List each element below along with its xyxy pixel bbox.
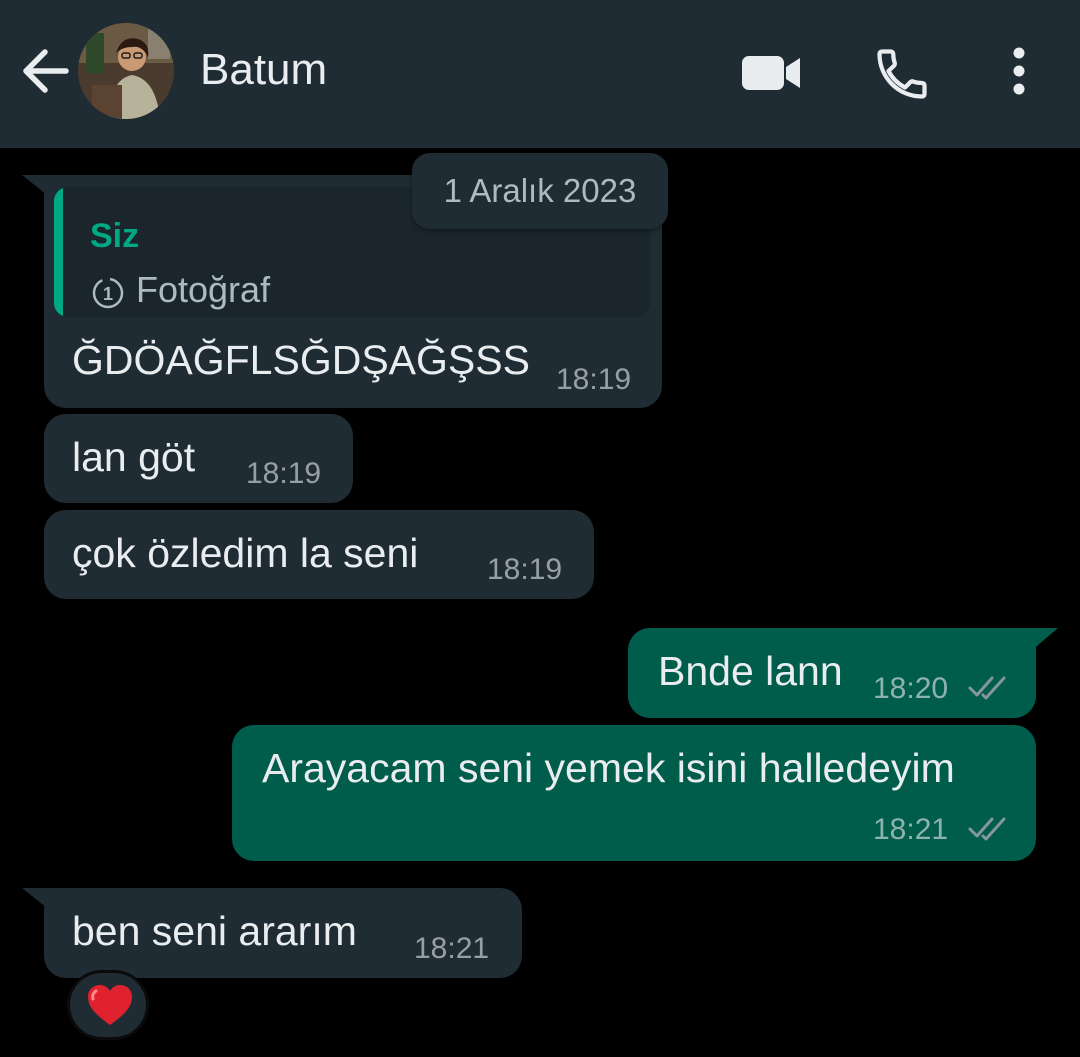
- double-check-icon: [968, 676, 1006, 700]
- video-call-button[interactable]: [738, 50, 804, 96]
- message-time: 18:21: [414, 932, 490, 965]
- date-separator: 1 Aralık 2023: [412, 153, 668, 229]
- quote-content-label: Fotoğraf: [136, 269, 271, 310]
- chat-screen: Batum Siz 1 Fotoğraf ĞDÖAĞFLSĞDŞAĞŞSS 18…: [0, 0, 1080, 1057]
- contact-name[interactable]: Batum: [200, 40, 327, 100]
- message-time: 18:21: [873, 813, 949, 846]
- message-time: 18:19: [556, 363, 632, 396]
- more-vertical-icon: [1013, 47, 1025, 95]
- chat-header: Batum: [0, 0, 1080, 148]
- message-bubble-incoming[interactable]: çok özledim la seni 18:19: [44, 510, 594, 599]
- view-once-icon: 1: [92, 277, 124, 309]
- red-heart-icon: [88, 985, 132, 1025]
- avatar[interactable]: [78, 23, 174, 119]
- message-time: 18:20: [873, 672, 949, 705]
- double-check-icon: [968, 817, 1006, 841]
- message-text: Arayacam seni yemek isini halledeyim: [262, 745, 955, 791]
- contact-photo: [78, 23, 174, 119]
- message-time: 18:19: [487, 553, 563, 586]
- message-text: lan göt: [72, 434, 196, 480]
- message-text: ĞDÖAĞFLSĞDŞAĞŞSS: [72, 337, 530, 383]
- arrow-left-icon: [23, 49, 69, 93]
- video-camera-icon: [742, 56, 800, 90]
- message-text: çok özledim la seni: [72, 530, 419, 576]
- voice-call-button[interactable]: [872, 44, 932, 104]
- message-bubble-incoming[interactable]: lan göt 18:19: [44, 414, 353, 503]
- message-text: Bnde lann: [658, 648, 843, 694]
- message-text: ben seni ararım: [72, 908, 357, 954]
- message-reaction[interactable]: [67, 970, 149, 1040]
- message-time: 18:19: [246, 457, 322, 490]
- message-bubble-outgoing[interactable]: Bnde lann 18:20: [628, 628, 1036, 718]
- phone-icon: [877, 49, 927, 99]
- svg-text:1: 1: [103, 284, 113, 304]
- message-bubble-outgoing[interactable]: Arayacam seni yemek isini halledeyim 18:…: [232, 725, 1036, 861]
- quote-accent-bar: [54, 187, 63, 317]
- back-button[interactable]: [18, 44, 72, 98]
- more-options-button[interactable]: [998, 42, 1040, 102]
- quote-author: Siz: [90, 217, 140, 255]
- message-bubble-incoming[interactable]: ben seni ararım 18:21: [44, 888, 522, 978]
